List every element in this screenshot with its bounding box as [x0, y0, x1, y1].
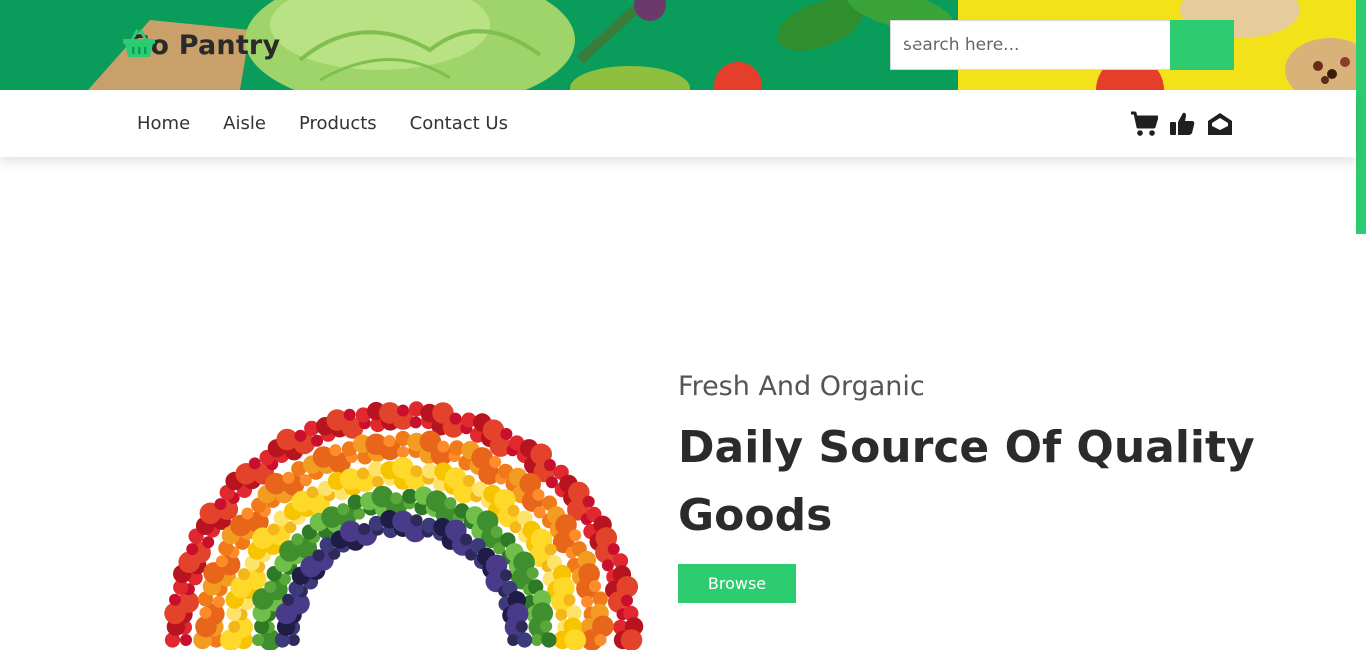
- header-banner: Go Pantry: [0, 0, 1356, 90]
- cart-icon[interactable]: [1130, 110, 1158, 138]
- thumbs-up-icon[interactable]: [1168, 110, 1196, 138]
- rainbow-produce-image: [155, 370, 650, 651]
- nav-link-products[interactable]: Products: [299, 113, 377, 134]
- hero-subtitle: Fresh And Organic: [678, 371, 925, 402]
- search-input[interactable]: [890, 20, 1170, 70]
- nav-link-contact-us[interactable]: Contact Us: [410, 113, 508, 134]
- nav-link-home[interactable]: Home: [137, 113, 190, 134]
- nav-icons: [1130, 90, 1234, 157]
- envelope-open-icon[interactable]: [1206, 110, 1234, 138]
- hero-text: Fresh And Organic Daily Source Of Qualit…: [678, 368, 1298, 603]
- main-navbar: Home Aisle Products Contact Us: [0, 90, 1356, 157]
- search-button[interactable]: [891, 20, 1234, 70]
- search-bar: [890, 20, 1234, 70]
- browse-button[interactable]: Browse: [678, 564, 796, 603]
- page-scrollbar[interactable]: [1356, 0, 1366, 657]
- hero-title: Daily Source Of Quality Goods: [678, 422, 1255, 541]
- scrollbar-thumb[interactable]: [1356, 0, 1366, 234]
- logo[interactable]: Go Pantry: [122, 28, 280, 62]
- nav-link-aisle[interactable]: Aisle: [223, 113, 266, 134]
- nav-links: Home Aisle Products Contact Us: [137, 90, 508, 157]
